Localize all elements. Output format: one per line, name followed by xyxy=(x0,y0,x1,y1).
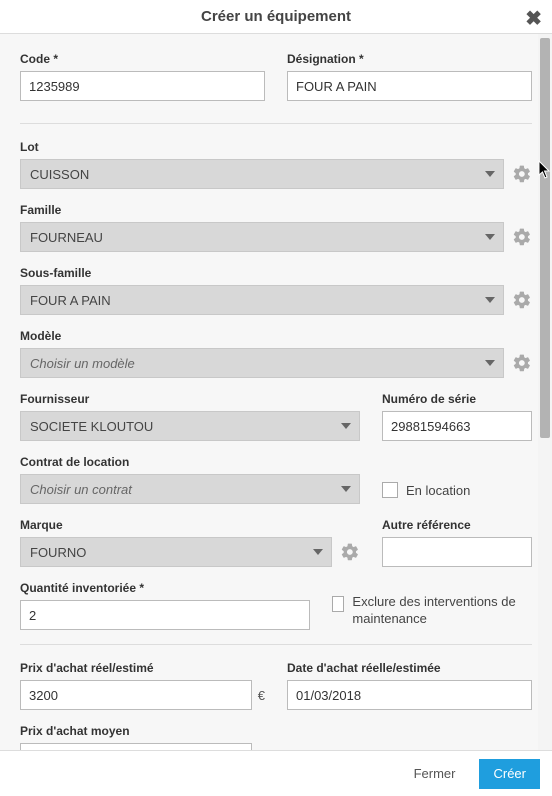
exclure-checkbox[interactable] xyxy=(332,596,344,612)
modal-title: Créer un équipement xyxy=(201,8,351,25)
code-input[interactable] xyxy=(20,71,265,101)
close-icon[interactable]: ✖ xyxy=(525,6,542,31)
prixreel-input[interactable] xyxy=(20,680,252,710)
fournisseur-label: Fournisseur xyxy=(20,392,360,406)
dateachat-label: Date d'achat réelle/estimée xyxy=(287,661,532,675)
prixreel-label: Prix d'achat réel/estimé xyxy=(20,661,265,675)
qte-label: Quantité inventoriée * xyxy=(20,581,310,595)
contrat-label: Contrat de location xyxy=(20,455,360,469)
marque-select[interactable]: FOURNO xyxy=(20,537,332,567)
numserie-input[interactable] xyxy=(382,411,532,441)
gear-icon[interactable] xyxy=(340,542,360,562)
lot-label: Lot xyxy=(20,140,532,154)
sousfamille-label: Sous-famille xyxy=(20,266,532,280)
marque-label: Marque xyxy=(20,518,360,532)
scrollbar-thumb[interactable] xyxy=(540,38,550,438)
chevron-down-icon xyxy=(341,423,351,429)
currency-label: € xyxy=(258,688,265,703)
create-button[interactable]: Créer xyxy=(479,759,540,789)
close-button[interactable]: Fermer xyxy=(400,759,470,789)
autreref-label: Autre référence xyxy=(382,518,532,532)
modal-footer: Fermer Créer xyxy=(0,750,552,796)
lot-select[interactable]: CUISSON xyxy=(20,159,504,189)
exclure-label: Exclure des interventions de maintenance xyxy=(352,594,532,628)
famille-select-text: FOURNEAU xyxy=(30,230,103,245)
dateachat-input[interactable] xyxy=(287,680,532,710)
lot-select-text: CUISSON xyxy=(30,167,89,182)
fournisseur-select[interactable]: SOCIETE KLOUTOU xyxy=(20,411,360,441)
chevron-down-icon xyxy=(485,360,495,366)
gear-icon[interactable] xyxy=(512,164,532,184)
scrollbar[interactable] xyxy=(538,34,552,750)
modal-header: Créer un équipement ✖ xyxy=(0,0,552,34)
contrat-select[interactable]: Choisir un contrat xyxy=(20,474,360,504)
modele-select[interactable]: Choisir un modèle xyxy=(20,348,504,378)
gear-icon[interactable] xyxy=(512,290,532,310)
modele-label: Modèle xyxy=(20,329,532,343)
qte-input[interactable] xyxy=(20,600,310,630)
divider xyxy=(20,123,532,124)
scroll-area: Code * Désignation * Lot CUISSON xyxy=(0,34,552,750)
autreref-input[interactable] xyxy=(382,537,532,567)
sousfamille-select[interactable]: FOUR A PAIN xyxy=(20,285,504,315)
sousfamille-select-text: FOUR A PAIN xyxy=(30,293,111,308)
famille-select[interactable]: FOURNEAU xyxy=(20,222,504,252)
prixmoyen-input[interactable] xyxy=(20,743,252,750)
chevron-down-icon xyxy=(485,171,495,177)
enlocation-label: En location xyxy=(406,483,470,498)
designation-input[interactable] xyxy=(287,71,532,101)
numserie-label: Numéro de série xyxy=(382,392,532,406)
marque-select-text: FOURNO xyxy=(30,545,86,560)
prixmoyen-label: Prix d'achat moyen xyxy=(20,724,265,738)
contrat-select-text: Choisir un contrat xyxy=(30,482,132,497)
code-label: Code * xyxy=(20,52,265,66)
modele-select-text: Choisir un modèle xyxy=(30,356,135,371)
chevron-down-icon xyxy=(341,486,351,492)
designation-label: Désignation * xyxy=(287,52,532,66)
chevron-down-icon xyxy=(313,549,323,555)
gear-icon[interactable] xyxy=(512,353,532,373)
gear-icon[interactable] xyxy=(512,227,532,247)
divider xyxy=(20,644,532,645)
fournisseur-select-text: SOCIETE KLOUTOU xyxy=(30,419,153,434)
famille-label: Famille xyxy=(20,203,532,217)
chevron-down-icon xyxy=(485,297,495,303)
chevron-down-icon xyxy=(485,234,495,240)
enlocation-checkbox[interactable] xyxy=(382,482,398,498)
